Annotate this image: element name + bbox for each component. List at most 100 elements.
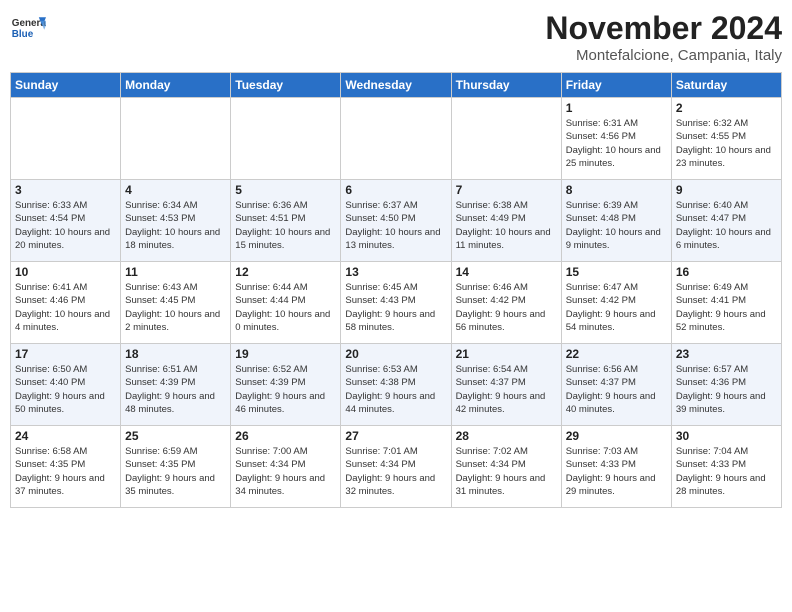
calendar-cell: 27Sunrise: 7:01 AMSunset: 4:34 PMDayligh… <box>341 426 451 508</box>
logo-icon: General Blue <box>10 10 46 46</box>
day-number: 25 <box>125 429 226 443</box>
day-info: Sunrise: 7:03 AMSunset: 4:33 PMDaylight:… <box>566 445 667 498</box>
day-info: Sunrise: 7:00 AMSunset: 4:34 PMDaylight:… <box>235 445 336 498</box>
calendar-cell: 29 Sunrise: 7:03 AMSunset: 4:33 PMDayligh… <box>561 426 671 508</box>
day-info: Sunrise: 6:38 AMSunset: 4:49 PMDaylight:… <box>456 199 557 252</box>
day-number: 13 <box>345 265 446 279</box>
svg-text:Blue: Blue <box>12 29 34 40</box>
day-info: Sunrise: 6:59 AMSunset: 4:35 PMDaylight:… <box>125 445 226 498</box>
calendar-cell: 2 Sunrise: 6:32 AMSunset: 4:55 PMDaylight… <box>671 98 781 180</box>
day-number: 5 <box>235 183 336 197</box>
calendar-cell <box>11 98 121 180</box>
calendar-cell <box>341 98 451 180</box>
day-info: Sunrise: 6:40 AMSunset: 4:47 PMDaylight:… <box>676 199 777 252</box>
calendar-cell: 18 Sunrise: 6:51 AMSunset: 4:39 PMDayligh… <box>121 344 231 426</box>
calendar-cell: 7Sunrise: 6:38 AMSunset: 4:49 PMDaylight… <box>451 180 561 262</box>
calendar-cell: 23Sunrise: 6:57 AMSunset: 4:36 PMDayligh… <box>671 344 781 426</box>
calendar-cell: 19 Sunrise: 6:52 AMSunset: 4:39 PMDayligh… <box>231 344 341 426</box>
day-info: Sunrise: 6:39 AMSunset: 4:48 PMDaylight:… <box>566 199 667 252</box>
day-number: 16 <box>676 265 777 279</box>
calendar-cell <box>231 98 341 180</box>
day-number: 1 <box>566 101 667 115</box>
calendar-cell: 26 Sunrise: 7:00 AMSunset: 4:34 PMDayligh… <box>231 426 341 508</box>
day-number: 11 <box>125 265 226 279</box>
day-info: Sunrise: 6:57 AMSunset: 4:36 PMDaylight:… <box>676 363 777 416</box>
day-info: Sunrise: 6:31 AMSunset: 4:56 PMDaylight:… <box>566 117 667 170</box>
day-number: 26 <box>235 429 336 443</box>
calendar-cell: 24 Sunrise: 6:58 AMSunset: 4:35 PMDayligh… <box>11 426 121 508</box>
day-number: 6 <box>345 183 446 197</box>
calendar-cell: 12 Sunrise: 6:44 AMSunset: 4:44 PMDayligh… <box>231 262 341 344</box>
day-number: 4 <box>125 183 226 197</box>
day-number: 19 <box>235 347 336 361</box>
calendar-cell: 3Sunrise: 6:33 AMSunset: 4:54 PMDaylight… <box>11 180 121 262</box>
day-number: 17 <box>15 347 116 361</box>
day-number: 27 <box>345 429 446 443</box>
day-info: Sunrise: 6:32 AMSunset: 4:55 PMDaylight:… <box>676 117 777 170</box>
day-info: Sunrise: 6:56 AMSunset: 4:37 PMDaylight:… <box>566 363 667 416</box>
weekday-header: Monday <box>121 73 231 98</box>
day-info: Sunrise: 6:45 AMSunset: 4:43 PMDaylight:… <box>345 281 446 334</box>
header-row: SundayMondayTuesdayWednesdayThursdayFrid… <box>11 73 782 98</box>
day-info: Sunrise: 6:37 AMSunset: 4:50 PMDaylight:… <box>345 199 446 252</box>
calendar-week-row: 1 Sunrise: 6:31 AMSunset: 4:56 PMDaylight… <box>11 98 782 180</box>
day-info: Sunrise: 6:43 AMSunset: 4:45 PMDaylight:… <box>125 281 226 334</box>
calendar-week-row: 3Sunrise: 6:33 AMSunset: 4:54 PMDaylight… <box>11 180 782 262</box>
day-number: 2 <box>676 101 777 115</box>
calendar-week-row: 10Sunrise: 6:41 AMSunset: 4:46 PMDayligh… <box>11 262 782 344</box>
day-number: 21 <box>456 347 557 361</box>
calendar-cell: 15 Sunrise: 6:47 AMSunset: 4:42 PMDayligh… <box>561 262 671 344</box>
calendar-cell: 28 Sunrise: 7:02 AMSunset: 4:34 PMDayligh… <box>451 426 561 508</box>
calendar-cell: 5 Sunrise: 6:36 AMSunset: 4:51 PMDaylight… <box>231 180 341 262</box>
weekday-header: Sunday <box>11 73 121 98</box>
day-info: Sunrise: 6:52 AMSunset: 4:39 PMDaylight:… <box>235 363 336 416</box>
calendar-week-row: 24 Sunrise: 6:58 AMSunset: 4:35 PMDayligh… <box>11 426 782 508</box>
day-info: Sunrise: 6:44 AMSunset: 4:44 PMDaylight:… <box>235 281 336 334</box>
day-info: Sunrise: 6:34 AMSunset: 4:53 PMDaylight:… <box>125 199 226 252</box>
day-info: Sunrise: 6:47 AMSunset: 4:42 PMDaylight:… <box>566 281 667 334</box>
calendar-cell: 1 Sunrise: 6:31 AMSunset: 4:56 PMDaylight… <box>561 98 671 180</box>
day-info: Sunrise: 6:58 AMSunset: 4:35 PMDaylight:… <box>15 445 116 498</box>
day-number: 12 <box>235 265 336 279</box>
day-info: Sunrise: 6:51 AMSunset: 4:39 PMDaylight:… <box>125 363 226 416</box>
calendar-cell: 20 Sunrise: 6:53 AMSunset: 4:38 PMDayligh… <box>341 344 451 426</box>
weekday-header: Tuesday <box>231 73 341 98</box>
calendar-cell: 4 Sunrise: 6:34 AMSunset: 4:53 PMDaylight… <box>121 180 231 262</box>
day-number: 18 <box>125 347 226 361</box>
calendar-cell: 30Sunrise: 7:04 AMSunset: 4:33 PMDayligh… <box>671 426 781 508</box>
calendar-cell: 11 Sunrise: 6:43 AMSunset: 4:45 PMDayligh… <box>121 262 231 344</box>
day-number: 20 <box>345 347 446 361</box>
day-number: 8 <box>566 183 667 197</box>
calendar-cell: 21 Sunrise: 6:54 AMSunset: 4:37 PMDayligh… <box>451 344 561 426</box>
month-title: November 2024 <box>545 10 782 47</box>
weekday-header: Thursday <box>451 73 561 98</box>
day-info: Sunrise: 6:50 AMSunset: 4:40 PMDaylight:… <box>15 363 116 416</box>
calendar-cell: 6 Sunrise: 6:37 AMSunset: 4:50 PMDaylight… <box>341 180 451 262</box>
calendar-cell: 16 Sunrise: 6:49 AMSunset: 4:41 PMDayligh… <box>671 262 781 344</box>
calendar-cell: 9 Sunrise: 6:40 AMSunset: 4:47 PMDaylight… <box>671 180 781 262</box>
day-number: 10 <box>15 265 116 279</box>
day-info: Sunrise: 7:04 AMSunset: 4:33 PMDaylight:… <box>676 445 777 498</box>
day-number: 15 <box>566 265 667 279</box>
calendar-cell: 14 Sunrise: 6:46 AMSunset: 4:42 PMDayligh… <box>451 262 561 344</box>
weekday-header: Wednesday <box>341 73 451 98</box>
day-number: 24 <box>15 429 116 443</box>
day-number: 22 <box>566 347 667 361</box>
calendar-cell: 10Sunrise: 6:41 AMSunset: 4:46 PMDayligh… <box>11 262 121 344</box>
day-info: Sunrise: 6:49 AMSunset: 4:41 PMDaylight:… <box>676 281 777 334</box>
calendar-cell: 8 Sunrise: 6:39 AMSunset: 4:48 PMDaylight… <box>561 180 671 262</box>
calendar-cell: 17 Sunrise: 6:50 AMSunset: 4:40 PMDayligh… <box>11 344 121 426</box>
calendar-week-row: 17 Sunrise: 6:50 AMSunset: 4:40 PMDayligh… <box>11 344 782 426</box>
day-number: 14 <box>456 265 557 279</box>
day-number: 3 <box>15 183 116 197</box>
logo: General Blue <box>10 10 46 46</box>
title-block: November 2024 Montefalcione, Campania, I… <box>545 10 782 64</box>
day-info: Sunrise: 7:02 AMSunset: 4:34 PMDaylight:… <box>456 445 557 498</box>
day-number: 29 <box>566 429 667 443</box>
day-number: 28 <box>456 429 557 443</box>
day-info: Sunrise: 6:54 AMSunset: 4:37 PMDaylight:… <box>456 363 557 416</box>
day-number: 9 <box>676 183 777 197</box>
day-info: Sunrise: 6:46 AMSunset: 4:42 PMDaylight:… <box>456 281 557 334</box>
day-info: Sunrise: 6:53 AMSunset: 4:38 PMDaylight:… <box>345 363 446 416</box>
day-info: Sunrise: 6:36 AMSunset: 4:51 PMDaylight:… <box>235 199 336 252</box>
